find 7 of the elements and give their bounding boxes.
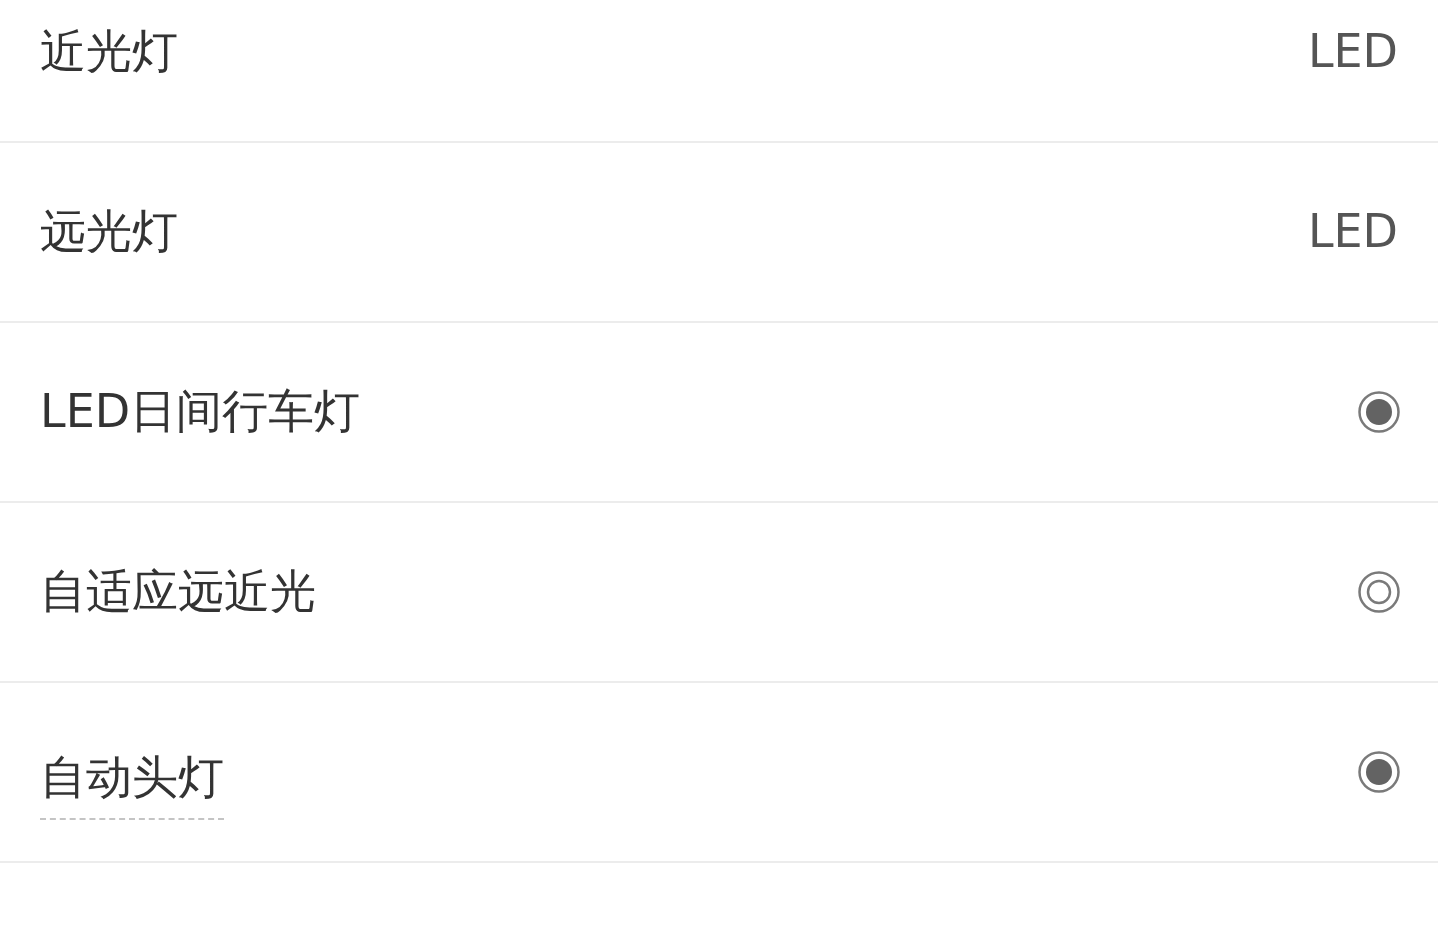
- row-label: 近光灯: [40, 24, 178, 80]
- row-label: 自适应远近光: [40, 564, 316, 620]
- row-value: LED: [1307, 24, 1398, 80]
- row-value: LED: [1307, 204, 1398, 260]
- row-label: 远光灯: [40, 204, 178, 260]
- row-label: LED日间行车灯: [40, 384, 361, 440]
- row-label: 自动头灯: [40, 750, 224, 820]
